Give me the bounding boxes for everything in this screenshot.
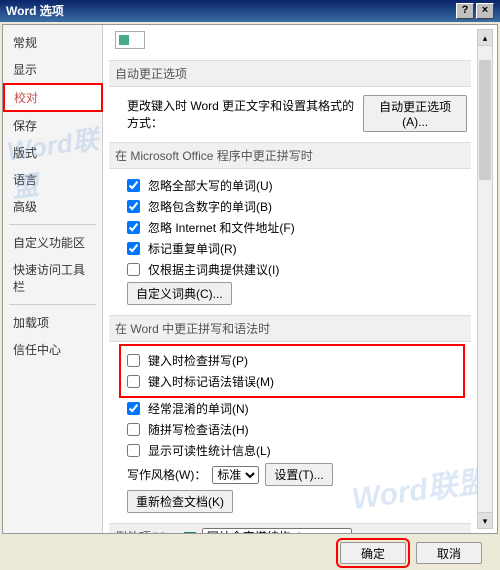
label-ignore-internet[interactable]: 忽略 Internet 和文件地址(F) <box>148 219 295 236</box>
cancel-button[interactable]: 取消 <box>416 542 482 564</box>
label-grammar-with-spell[interactable]: 随拼写检查语法(H) <box>148 421 249 438</box>
sidebar-item-language[interactable]: 语言 <box>3 166 102 193</box>
scroll-down-icon[interactable]: ▾ <box>478 512 492 528</box>
checkbox-main-dict-only[interactable] <box>127 263 140 276</box>
sidebar-item-save[interactable]: 保存 <box>3 112 102 139</box>
main-pane: Word联盟 自动更正选项 更改键入时 Word 更正文字和设置其格式的方式： … <box>103 25 497 533</box>
custom-dictionaries-button[interactable]: 自定义词典(C)... <box>127 282 232 305</box>
dialog-content: Word联盟 常规 显示 校对 保存 版式 语言 高级 自定义功能区 快速访问工… <box>2 24 498 534</box>
help-button[interactable]: ? <box>456 3 474 19</box>
checkbox-confused-words[interactable] <box>127 402 140 415</box>
window-title: Word 选项 <box>6 0 64 22</box>
section-autocorrect-header: 自动更正选项 <box>109 60 471 87</box>
sidebar-item-proofing[interactable]: 校对 <box>3 83 103 112</box>
exceptions-document-select[interactable]: 网站金字塔结构.docx <box>202 528 352 533</box>
label-confused-words[interactable]: 经常混淆的单词(N) <box>148 400 249 417</box>
dialog-footer: 确定 取消 <box>0 542 500 564</box>
proofing-icon <box>115 31 145 49</box>
sidebar-item-trust-center[interactable]: 信任中心 <box>3 336 102 363</box>
autocorrect-options-button[interactable]: 自动更正选项(A)... <box>363 95 467 132</box>
checkbox-readability-stats[interactable] <box>127 444 140 457</box>
writing-style-select[interactable]: 标准 <box>212 466 259 484</box>
recheck-document-button[interactable]: 重新检查文档(K) <box>127 490 233 513</box>
writing-style-settings-button[interactable]: 设置(T)... <box>265 463 332 486</box>
section-msoffice-header: 在 Microsoft Office 程序中更正拼写时 <box>109 142 471 169</box>
checkbox-flag-repeat[interactable] <box>127 242 140 255</box>
checkbox-check-spelling-typing[interactable] <box>127 354 140 367</box>
label-ignore-numbers[interactable]: 忽略包含数字的单词(B) <box>148 198 272 215</box>
label-ignore-uppercase[interactable]: 忽略全部大写的单词(U) <box>148 177 273 194</box>
exceptions-label: 例外项(X)： <box>115 530 179 533</box>
sidebar-divider <box>9 224 96 225</box>
checkbox-ignore-internet[interactable] <box>127 221 140 234</box>
autocorrect-desc: 更改键入时 Word 更正文字和设置其格式的方式： <box>127 97 357 131</box>
scroll-thumb[interactable] <box>479 60 491 180</box>
section-exceptions-header: 例外项(X)： 网站金字塔结构.docx <box>109 523 471 533</box>
writing-style-label: 写作风格(W)： <box>127 466 206 483</box>
checkbox-ignore-uppercase[interactable] <box>127 179 140 192</box>
checkbox-ignore-numbers[interactable] <box>127 200 140 213</box>
ok-button[interactable]: 确定 <box>340 542 406 564</box>
label-readability-stats[interactable]: 显示可读性统计信息(L) <box>148 442 271 459</box>
vertical-scrollbar[interactable]: ▴ ▾ <box>477 29 493 529</box>
sidebar-item-quick-access[interactable]: 快速访问工具栏 <box>3 256 102 300</box>
word-document-icon <box>184 532 196 533</box>
title-bar: Word 选项 ? × <box>0 0 500 22</box>
checkbox-mark-grammar-typing[interactable] <box>127 375 140 388</box>
label-flag-repeat[interactable]: 标记重复单词(R) <box>148 240 237 257</box>
scroll-up-icon[interactable]: ▴ <box>478 30 492 46</box>
close-button[interactable]: × <box>476 3 494 19</box>
sidebar-item-customize-ribbon[interactable]: 自定义功能区 <box>3 229 102 256</box>
label-main-dict-only[interactable]: 仅根据主词典提供建议(I) <box>148 261 279 278</box>
section-wordgrammar-header: 在 Word 中更正拼写和语法时 <box>109 315 471 342</box>
sidebar-item-display[interactable]: 显示 <box>3 56 102 83</box>
sidebar: Word联盟 常规 显示 校对 保存 版式 语言 高级 自定义功能区 快速访问工… <box>3 25 103 533</box>
sidebar-item-advanced[interactable]: 高级 <box>3 193 102 220</box>
label-check-spelling-typing[interactable]: 键入时检查拼写(P) <box>148 352 248 369</box>
sidebar-divider <box>9 304 96 305</box>
sidebar-item-addins[interactable]: 加载项 <box>3 309 102 336</box>
checkbox-grammar-with-spell[interactable] <box>127 423 140 436</box>
sidebar-item-layout[interactable]: 版式 <box>3 139 102 166</box>
sidebar-item-general[interactable]: 常规 <box>3 29 102 56</box>
label-mark-grammar-typing[interactable]: 键入时标记语法错误(M) <box>148 373 274 390</box>
